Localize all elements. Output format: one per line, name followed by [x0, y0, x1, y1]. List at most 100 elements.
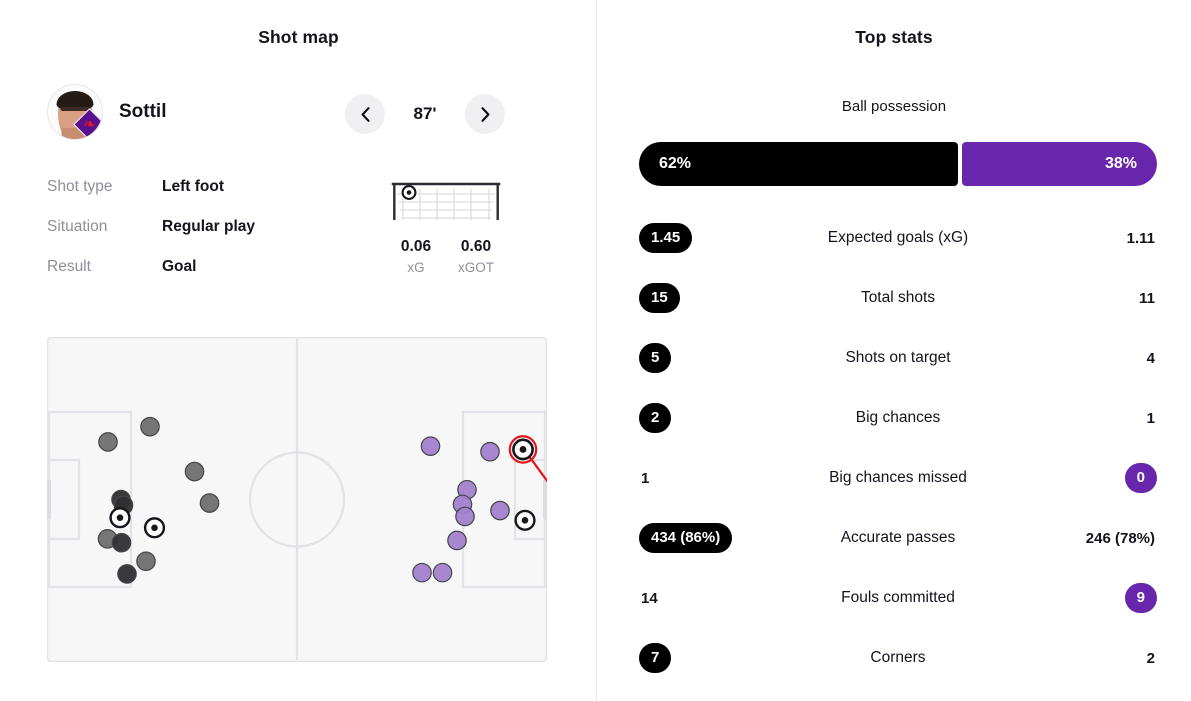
goal-net-diagram	[391, 182, 501, 220]
detail-label: Result	[47, 258, 91, 275]
stat-row: 14 Fouls committed 9	[639, 568, 1157, 628]
match-stats-screen: Shot map ❧ Sottil 87' Shot type Left foo…	[0, 0, 1191, 701]
goal-frame: 0.06 xG 0.60 xGOT	[389, 178, 503, 275]
goal-shot-marker[interactable]	[514, 509, 536, 531]
fleur-de-lis-icon: ❧	[83, 116, 96, 133]
detail-value: Left foot	[162, 178, 224, 195]
shot-map-panel: Shot map ❧ Sottil 87' Shot type Left foo…	[0, 0, 597, 701]
stat-row: 5 Shots on target 4	[639, 328, 1157, 388]
chevron-left-icon	[361, 106, 370, 122]
stat-row: 1 Big chances missed 0	[639, 448, 1157, 508]
shot-marker[interactable]	[136, 551, 156, 572]
shot-marker[interactable]	[455, 506, 475, 527]
detail-value: Goal	[162, 258, 197, 275]
stat-home-value: 2	[639, 403, 672, 433]
stat-away-value: 246 (78%)	[1085, 529, 1155, 547]
xgot-metric: 0.60 xGOT	[451, 238, 501, 275]
prev-shot-button[interactable]	[345, 94, 385, 134]
stat-home-value: 7	[639, 643, 672, 673]
xg-key: xG	[407, 260, 425, 275]
stat-home-value: 5	[639, 343, 672, 373]
shot-marker[interactable]	[117, 564, 137, 584]
stat-row: 434 (86%) Accurate passes 246 (78%)	[639, 508, 1157, 568]
stat-label: Expected goals (xG)	[827, 229, 969, 246]
stat-home-side: 15	[639, 283, 789, 313]
pitch[interactable]	[43, 336, 551, 667]
shot-marker[interactable]	[420, 436, 441, 456]
right-goal-mouth	[543, 480, 551, 519]
stat-row: 15 Total shots 11	[639, 268, 1157, 328]
goal-shot-marker[interactable]	[143, 517, 166, 539]
shot-marker[interactable]	[98, 432, 118, 452]
shot-marker[interactable]	[140, 416, 160, 437]
stat-label: Big chances missed	[829, 469, 967, 486]
avatar: ❧	[47, 84, 103, 140]
detail-label: Situation	[47, 218, 108, 235]
stat-home-side: 434 (86%)	[639, 523, 789, 553]
player-header[interactable]: ❧ Sottil	[47, 84, 167, 140]
minute-navigator: 87'	[345, 94, 505, 134]
stat-away-side: 1	[1007, 410, 1157, 427]
shot-marker[interactable]	[412, 562, 432, 583]
stat-row: 2 Big chances 1	[639, 388, 1157, 448]
xg-metric: 0.06 xG	[391, 238, 441, 275]
shot-marker[interactable]	[480, 441, 500, 462]
stat-home-side: 1	[639, 470, 789, 487]
stat-home-side: 2	[639, 403, 789, 433]
stat-label: Total shots	[860, 289, 936, 306]
xgot-key: xGOT	[458, 260, 494, 275]
stat-away-side: 4	[1007, 350, 1157, 367]
shot-map-title: Shot map	[258, 27, 339, 47]
stat-away-value: 2	[1146, 649, 1155, 667]
possession-home-value: 62%	[659, 155, 692, 172]
possession-home-segment: 62%	[639, 142, 958, 186]
top-stats-title: Top stats	[855, 27, 933, 47]
stat-away-value: 4	[1146, 349, 1155, 367]
stat-home-value: 434 (86%)	[639, 523, 733, 553]
stat-label: Fouls committed	[841, 589, 955, 606]
stat-home-side: 7	[639, 643, 789, 673]
possession-away-segment: 38%	[961, 142, 1157, 186]
stat-home-value: 15	[639, 283, 680, 313]
detail-row-situation: Situation Regular play	[47, 218, 255, 258]
stat-away-side: 11	[1007, 290, 1157, 307]
stat-away-side: 0	[1007, 463, 1157, 493]
stat-label: Accurate passes	[840, 529, 956, 546]
stat-home-value: 14	[641, 589, 658, 607]
detail-row-result: Result Goal	[47, 258, 255, 298]
stat-label: Shots on target	[845, 349, 951, 366]
shot-details: Shot type Left foot Situation Regular pl…	[47, 178, 255, 298]
stat-away-value: 0	[1124, 463, 1157, 493]
stat-away-value: 1	[1146, 409, 1155, 427]
shot-marker[interactable]	[432, 562, 453, 583]
pitch-svg	[43, 336, 551, 663]
shot-marker[interactable]	[184, 461, 205, 482]
stat-away-side: 246 (78%)	[1007, 530, 1157, 547]
left-goal-mouth	[43, 480, 51, 519]
detail-row-shot-type: Shot type Left foot	[47, 178, 255, 218]
stat-row: 1.45 Expected goals (xG) 1.11	[639, 208, 1157, 268]
stats-list: 1.45 Expected goals (xG) 1.11 15 Total shots…	[639, 208, 1157, 688]
avatar-brow	[60, 107, 90, 111]
possession-label: Ball possession	[841, 98, 947, 115]
stat-row: 7 Corners 2	[639, 628, 1157, 688]
goal-shot-marker[interactable]	[109, 507, 131, 529]
stat-away-side: 2	[1007, 650, 1157, 667]
shot-marker[interactable]	[111, 532, 132, 553]
shot-target-icon	[401, 185, 417, 200]
stat-away-value: 1.11	[1126, 229, 1155, 247]
detail-label: Shot type	[47, 178, 113, 195]
shot-marker[interactable]	[199, 493, 220, 513]
stat-label: Corners	[870, 649, 926, 666]
stat-away-value: 11	[1139, 289, 1155, 307]
xg-value: 0.06	[400, 238, 432, 255]
stat-home-value: 1.45	[639, 223, 693, 253]
detail-value: Regular play	[162, 218, 256, 235]
shot-marker[interactable]	[490, 500, 510, 521]
shot-minute: 87'	[413, 104, 437, 123]
shot-marker[interactable]	[447, 530, 467, 551]
next-shot-button[interactable]	[465, 94, 505, 134]
stat-away-side: 9	[1007, 583, 1157, 613]
stat-home-side: 14	[639, 590, 789, 607]
player-name: Sottil	[119, 101, 167, 122]
